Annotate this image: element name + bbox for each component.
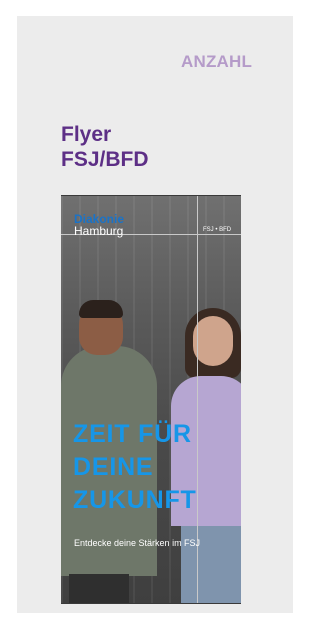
flyer-headline-line3: ZUKUNFT — [73, 486, 197, 514]
flyer-headline: ZEIT FÜR DEINE ZUKUNFT — [73, 418, 197, 517]
flyer-subtitle: Entdecke deine Stärken im FSJ — [74, 538, 201, 548]
flyer-preview-image[interactable]: Diakonie Hamburg FSJ • BFD ZEIT FÜR DEIN… — [61, 195, 241, 604]
flyer-headline-line1: ZEIT FÜR — [73, 420, 192, 448]
person-left-hair — [79, 300, 123, 318]
product-title: Flyer FSJ/BFD — [61, 122, 149, 172]
product-title-line2: FSJ/BFD — [61, 148, 149, 171]
quantity-label: ANZAHL — [181, 52, 253, 71]
product-title-line1: Flyer — [61, 123, 112, 146]
brand-location: Hamburg — [74, 224, 124, 238]
person-left-legs — [69, 574, 129, 603]
flyer-headline-line2: DEINE — [73, 453, 154, 481]
flyer-tag: FSJ • BFD — [203, 227, 232, 233]
person-right-head — [193, 316, 233, 366]
